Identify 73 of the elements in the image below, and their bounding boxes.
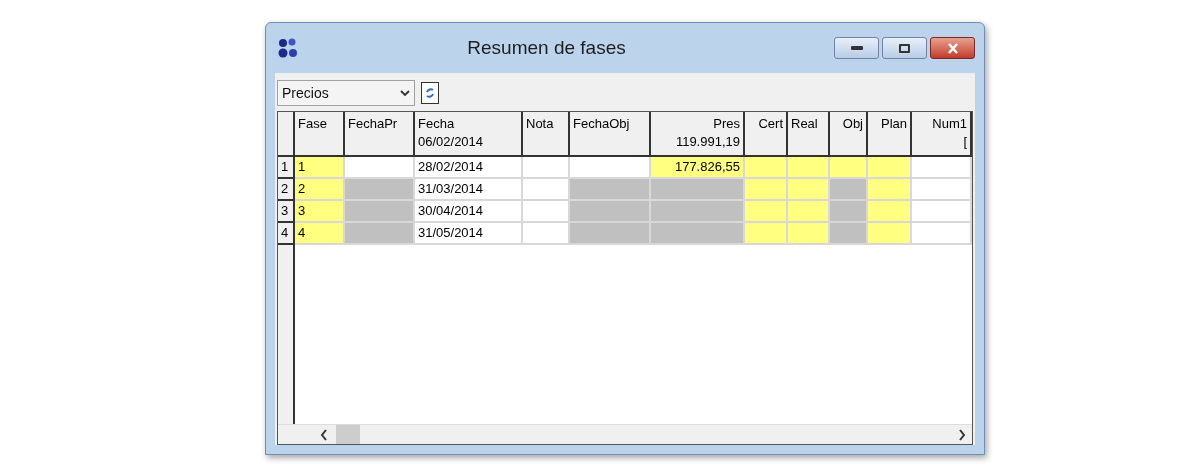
table-cell[interactable] [745, 179, 788, 201]
window-title: Resumen de fases [467, 35, 626, 60]
table-cell[interactable] [830, 201, 868, 223]
refresh-icon [424, 86, 436, 100]
table-cell[interactable] [651, 223, 745, 245]
row-header[interactable]: 1 [278, 157, 293, 179]
app-icon [277, 37, 299, 59]
refresh-button[interactable] [421, 82, 439, 104]
column-header[interactable]: Real [788, 112, 830, 155]
table-cell[interactable] [830, 157, 868, 179]
column-header[interactable]: Num1 [ [912, 112, 972, 155]
table-cell[interactable] [345, 223, 415, 245]
table-cell[interactable] [788, 157, 830, 179]
row-header[interactable]: 4 [278, 223, 293, 245]
table-cell[interactable] [745, 223, 788, 245]
column-header[interactable]: Pres 119.991,19 [651, 112, 745, 155]
table-cell[interactable] [912, 201, 972, 223]
table-cell[interactable] [788, 179, 830, 201]
table-cell[interactable] [570, 201, 651, 223]
table-cell[interactable] [868, 201, 912, 223]
table-cell[interactable]: 177.826,55 [651, 157, 745, 179]
column-header[interactable]: Cert [745, 112, 788, 155]
column-header[interactable]: FechaObj [570, 112, 651, 155]
table-cell[interactable] [570, 157, 651, 179]
table-cell[interactable] [830, 179, 868, 201]
horizontal-scrollbar[interactable] [278, 424, 972, 444]
table-cell[interactable]: 30/04/2014 [415, 201, 523, 223]
table-cell[interactable] [868, 179, 912, 201]
table-cell[interactable] [745, 157, 788, 179]
table-cell[interactable] [651, 201, 745, 223]
table-cell[interactable] [830, 223, 868, 245]
table-cell[interactable] [868, 157, 912, 179]
table-cell[interactable] [523, 179, 570, 201]
scrollbar-thumb[interactable] [336, 424, 360, 444]
column-header[interactable]: Obj [830, 112, 868, 155]
dropdown[interactable]: Precios [277, 80, 415, 106]
table-cell[interactable]: 1 [295, 157, 345, 179]
table-cell[interactable] [788, 223, 830, 245]
table-cell[interactable]: 4 [295, 223, 345, 245]
column-header[interactable]: Fecha 06/02/2014 [415, 112, 523, 155]
table-cell[interactable] [788, 201, 830, 223]
maximize-button[interactable] [882, 37, 927, 59]
table-cell[interactable] [745, 201, 788, 223]
chevron-down-icon [400, 89, 410, 97]
minimize-button[interactable] [834, 37, 879, 59]
column-header[interactable]: FechaPr [345, 112, 415, 155]
table-cell[interactable] [523, 223, 570, 245]
table-cell[interactable] [345, 201, 415, 223]
table-cell[interactable] [345, 179, 415, 201]
chevron-right-icon [958, 428, 966, 441]
column-header[interactable]: Plan [868, 112, 912, 155]
row-header[interactable]: 2 [278, 179, 293, 201]
chevron-left-icon [320, 428, 328, 441]
table-cell[interactable]: 2 [295, 179, 345, 201]
table-cell[interactable] [570, 223, 651, 245]
column-header[interactable]: Fase [295, 112, 345, 155]
row-header[interactable]: 3 [278, 201, 293, 223]
table-cell[interactable] [345, 157, 415, 179]
table-cell[interactable]: 31/03/2014 [415, 179, 523, 201]
close-icon [946, 42, 959, 54]
table-cell[interactable] [523, 157, 570, 179]
column-header[interactable]: Nota [523, 112, 570, 155]
table-cell[interactable] [912, 179, 972, 201]
table-cell[interactable]: 28/02/2014 [415, 157, 523, 179]
close-button[interactable] [930, 37, 975, 59]
table-cell[interactable]: 31/05/2014 [415, 223, 523, 245]
table-cell[interactable]: 3 [295, 201, 345, 223]
table-cell[interactable] [523, 201, 570, 223]
table-cell[interactable] [912, 157, 972, 179]
table-cell[interactable] [651, 179, 745, 201]
table-cell[interactable] [868, 223, 912, 245]
table-cell[interactable] [912, 223, 972, 245]
table-cell[interactable] [570, 179, 651, 201]
